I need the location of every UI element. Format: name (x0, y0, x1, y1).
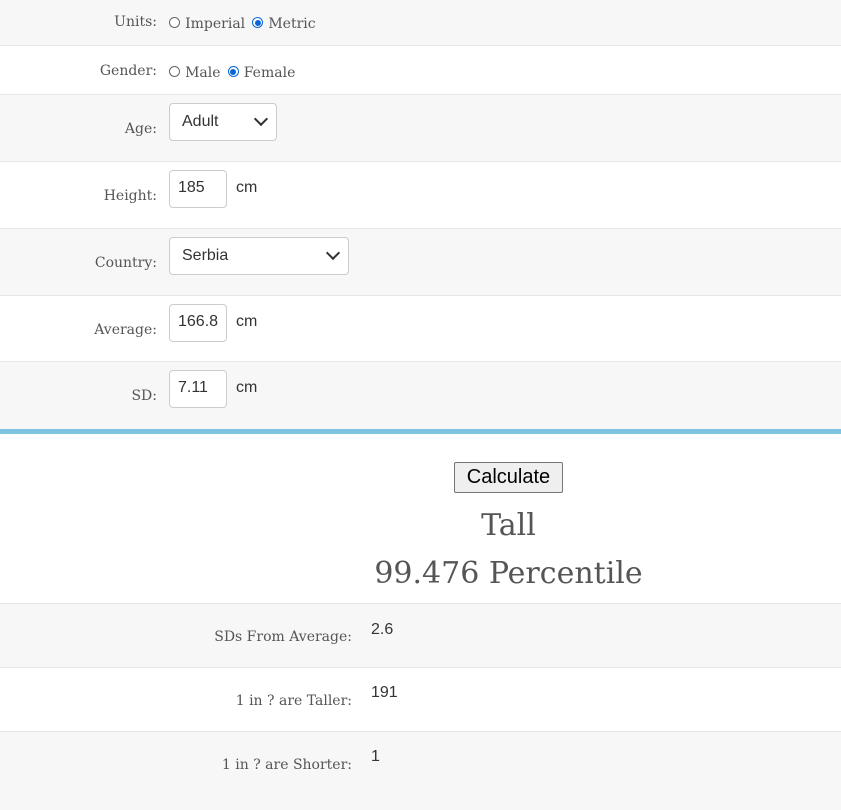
radio-male-label[interactable]: Male (185, 65, 220, 81)
stat-label: 1 in ? are Shorter: (221, 757, 352, 773)
average-unit: cm (236, 313, 258, 330)
radio-male[interactable] (169, 66, 180, 77)
country-label: Country: (94, 255, 157, 271)
country-select-value: Serbia (182, 247, 229, 264)
chevron-down-icon (325, 245, 341, 261)
age-label: Age: (124, 121, 157, 137)
stat-label: SDs From Average: (214, 629, 352, 645)
stat-value: 1 (371, 748, 380, 765)
radio-female-label[interactable]: Female (244, 65, 296, 81)
age-select[interactable]: Adult (169, 103, 277, 141)
calculate-button[interactable]: Calculate (454, 462, 563, 493)
height-input[interactable]: 185 (169, 170, 227, 208)
sd-label: SD: (131, 388, 157, 404)
radio-metric-label[interactable]: Metric (268, 16, 315, 32)
units-label: Units: (114, 14, 157, 30)
chevron-down-icon (253, 111, 269, 127)
average-row: Average: 166.8 cm (0, 296, 841, 362)
height-unit: cm (236, 179, 258, 196)
units-options: Imperial Metric (169, 13, 318, 32)
stat-value: 2.6 (371, 621, 394, 638)
radio-metric[interactable] (252, 17, 264, 28)
country-select[interactable]: Serbia (169, 237, 349, 275)
gender-options: Male Female (169, 62, 297, 81)
stat-label: 1 in ? are Taller: (235, 693, 352, 709)
sd-row: SD: 7.11 cm (0, 362, 841, 429)
stat-value: 191 (371, 684, 398, 701)
age-row: Age: Adult (0, 95, 841, 162)
accent-divider (0, 429, 841, 434)
stats-section: SDs From Average: 2.6 1 in ? are Taller:… (0, 603, 841, 810)
units-row: Units: Imperial Metric (0, 0, 841, 46)
height-label: Height: (103, 188, 157, 204)
average-input[interactable]: 166.8 (169, 304, 227, 342)
radio-imperial[interactable] (169, 17, 180, 28)
height-row: Height: 185 cm (0, 162, 841, 229)
stat-row-sds: SDs From Average: 2.6 (0, 603, 841, 668)
radio-imperial-label[interactable]: Imperial (185, 16, 245, 32)
radio-female[interactable] (227, 66, 239, 77)
stat-row-shorter: 1 in ? are Shorter: 1 (0, 732, 841, 810)
sd-input[interactable]: 7.11 (169, 370, 227, 408)
sd-unit: cm (236, 379, 258, 396)
country-row: Country: Serbia (0, 229, 841, 296)
average-label: Average: (94, 322, 157, 338)
gender-row: Gender: Male Female (0, 46, 841, 95)
stat-row-taller: 1 in ? are Taller: 191 (0, 668, 841, 732)
age-select-value: Adult (182, 113, 219, 130)
gender-label: Gender: (99, 63, 157, 79)
result-category: Tall (481, 508, 536, 543)
result-percentile: 99.476 Percentile (374, 556, 643, 591)
